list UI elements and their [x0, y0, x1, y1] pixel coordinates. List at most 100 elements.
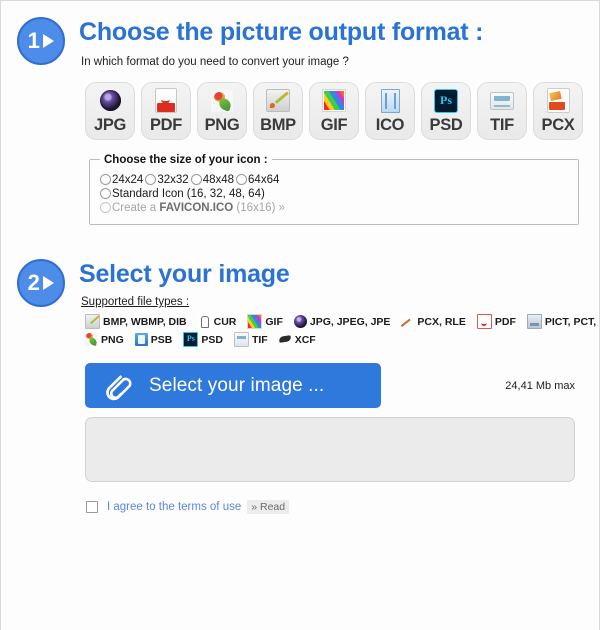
bmp-paint-icon [265, 88, 291, 114]
format-label: GIF [320, 115, 348, 134]
jpg-file-icon [293, 315, 307, 328]
format-button-gif[interactable]: GIF [309, 81, 359, 140]
file-type-jpg: JPG, JPEG, JPE [293, 315, 391, 328]
file-type-psb: PSB [134, 333, 173, 346]
terms-row: I agree to the terms of use » Read [86, 500, 599, 514]
file-type-label: PDF [494, 315, 516, 328]
file-type-pcx: PCX, RLE [401, 315, 466, 328]
favicon-strong: FAVICON.ICO [159, 201, 234, 214]
paperclip-icon [99, 369, 133, 403]
jpg-camera-lens-icon [97, 88, 123, 114]
step2-badge: 2 [17, 258, 65, 307]
supported-file-types-line-2: PNG PSB Ps PSD TIF XCF [85, 332, 590, 347]
step1-header-text: Choose the picture output format : In wh… [79, 15, 484, 67]
file-type-psd: Ps PSD [183, 332, 223, 347]
format-label: PNG [204, 115, 240, 134]
radio-64x64-label: 64x64 [248, 173, 280, 186]
format-button-bmp[interactable]: BMP [253, 81, 303, 140]
file-type-png: PNG [85, 333, 124, 346]
radio-standard-icon[interactable] [100, 188, 111, 199]
supported-file-types-label: Supported file types : [81, 296, 190, 308]
file-type-xcf: XCF [278, 333, 316, 346]
cur-cursor-icon [197, 315, 211, 328]
png-image-icon [209, 88, 235, 114]
play-triangle-icon [43, 275, 55, 290]
psd-file-icon: Ps [183, 332, 199, 347]
file-type-label: CUR [213, 315, 237, 328]
radio-32x32-label: 32x32 [157, 173, 189, 186]
format-button-pdf[interactable]: PDF [141, 81, 191, 140]
pict-file-icon [526, 314, 542, 329]
radio-24x24-label: 24x24 [112, 173, 144, 186]
format-button-grid: JPG PDF PNG BMP GIF ICO Ps PSD TIF PCX [85, 81, 585, 140]
format-label: PCX [541, 115, 575, 134]
file-type-label: JPG, JPEG, JPE [309, 315, 391, 328]
pdf-file-icon [476, 314, 492, 329]
format-button-pcx[interactable]: PCX [533, 81, 583, 140]
terms-checkbox[interactable] [86, 501, 98, 513]
format-label: BMP [260, 115, 296, 134]
tif-file-icon [233, 332, 249, 347]
file-type-cur: CUR [197, 315, 237, 328]
step1-badge-number: 1 [27, 28, 40, 53]
file-type-label: PCX, RLE [417, 315, 466, 328]
select-image-button-label: Select your image ... [149, 374, 325, 396]
read-terms-button[interactable]: » Read [247, 500, 290, 514]
play-triangle-icon [43, 34, 55, 48]
icon-size-legend: Choose the size of your icon : [104, 153, 268, 166]
file-type-bmp: BMP, WBMP, DIB [85, 314, 187, 329]
converter-page: 1 Choose the picture output format : In … [0, 0, 600, 630]
step2-header-text: Select your image Supported file types : [79, 257, 290, 308]
icon-size-fieldset: Choose the size of your icon : 24x24 32x… [89, 153, 579, 225]
tif-icon [489, 88, 515, 114]
supported-file-types-line-1: BMP, WBMP, DIB CUR GIF JPG, JPEG, JPE PC… [85, 314, 599, 329]
radio-64x64[interactable] [236, 174, 248, 185]
file-type-label: PNG [101, 333, 124, 346]
icon-size-radio-row-dimensions: 24x24 32x32 48x48 64x64 [100, 174, 568, 186]
file-type-tif: TIF [233, 332, 268, 347]
image-drop-zone[interactable] [85, 417, 575, 482]
supported-file-types-list: BMP, WBMP, DIB CUR GIF JPG, JPEG, JPE PC… [85, 314, 599, 347]
radio-48x48-label: 48x48 [202, 173, 235, 186]
format-button-tif[interactable]: TIF [477, 81, 527, 140]
gif-file-icon [247, 314, 263, 329]
select-image-row: Select your image ... 24,41 Mb max [85, 363, 575, 408]
format-button-png[interactable]: PNG [197, 81, 247, 140]
gif-rainbow-image-icon [321, 88, 347, 114]
icon-size-radio-row-standard: Standard Icon (16, 32, 48, 64) [100, 188, 568, 200]
step2-header: 2 Select your image Supported file types… [1, 257, 599, 308]
radio-48x48[interactable] [190, 174, 202, 185]
select-image-button[interactable]: Select your image ... [85, 363, 381, 408]
radio-favicon[interactable] [100, 202, 111, 213]
file-type-label: TIF [251, 333, 268, 346]
file-type-label: PICT, PCT, PIC [544, 315, 599, 328]
ico-icon [377, 88, 403, 114]
pcx-icon [545, 88, 571, 114]
file-type-label: PSB [150, 333, 173, 346]
file-type-pict: PICT, PCT, PIC [526, 314, 599, 329]
format-label: ICO [375, 115, 405, 134]
bmp-file-icon [85, 314, 100, 329]
format-label: JPG [93, 115, 127, 134]
psb-file-icon [134, 333, 148, 346]
step2-title: Select your image [79, 259, 290, 288]
file-type-label: PSD [201, 333, 223, 346]
max-file-size-label: 24,41 Mb max [505, 379, 575, 392]
pcx-file-icon [401, 315, 415, 328]
step1-header: 1 Choose the picture output format : In … [1, 15, 599, 68]
pdf-document-icon [153, 88, 179, 114]
file-type-label: GIF [265, 315, 283, 328]
format-button-jpg[interactable]: JPG [85, 81, 135, 140]
terms-of-use-link[interactable]: I agree to the terms of use [107, 501, 241, 513]
step1-title: Choose the picture output format : [79, 18, 484, 46]
radio-24x24[interactable] [100, 174, 111, 185]
radio-favicon-label: Create a FAVICON.ICO (16x16) » [112, 202, 285, 214]
radio-32x32[interactable] [145, 174, 157, 185]
png-file-icon [85, 333, 98, 346]
format-button-psd[interactable]: Ps PSD [421, 81, 471, 140]
format-label: TIF [490, 115, 514, 134]
icon-size-radio-row-favicon: Create a FAVICON.ICO (16x16) » [100, 202, 568, 214]
favicon-suffix: (16x16) » [233, 201, 285, 214]
file-type-label: XCF [294, 333, 316, 346]
format-button-ico[interactable]: ICO [365, 81, 415, 140]
